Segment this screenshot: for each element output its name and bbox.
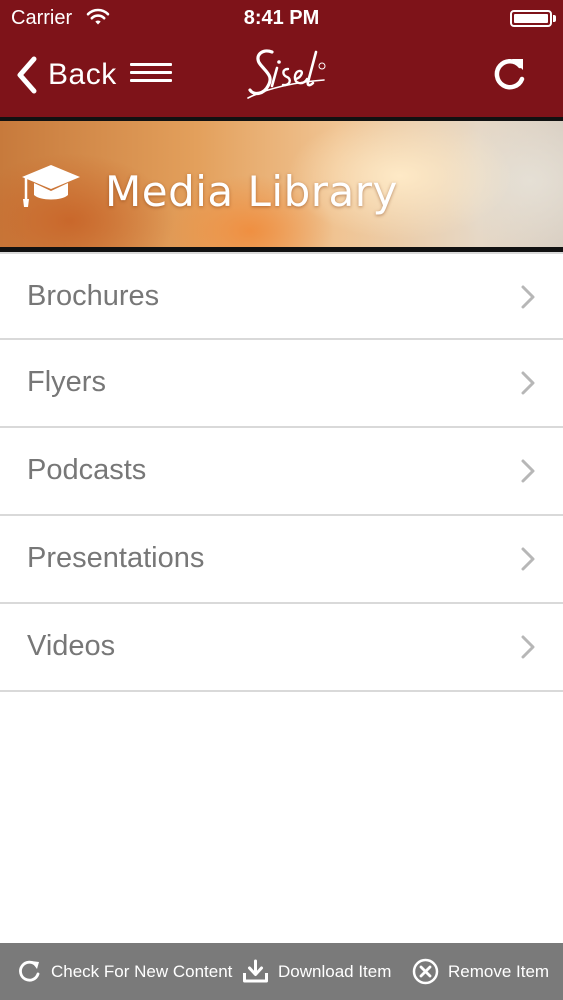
- chevron-right-icon: [521, 285, 535, 309]
- clock: 8:41 PM: [243, 7, 320, 29]
- list-item-label: Flyers: [27, 366, 106, 398]
- media-library-banner: Media Library: [0, 117, 563, 252]
- refresh-icon[interactable]: [487, 53, 531, 97]
- list-item-podcasts[interactable]: Podcasts: [0, 428, 563, 516]
- list-item-presentations[interactable]: Presentations: [0, 516, 563, 604]
- back-label: Back: [48, 58, 117, 91]
- chevron-left-icon: [17, 56, 37, 94]
- remove-item-label: Remove Item: [448, 961, 550, 981]
- download-item-button[interactable]: Download Item: [242, 943, 391, 1000]
- list-item-label: Videos: [27, 630, 116, 662]
- status-bar: Carrier 8:41 PM: [0, 0, 563, 36]
- bottom-toolbar: Check For New Content Download Item Remo…: [0, 943, 563, 1000]
- remove-item-button[interactable]: Remove Item: [412, 943, 549, 1000]
- list-item-flyers[interactable]: Flyers: [0, 340, 563, 428]
- navigation-bar: Carrier 8:41 PM Back: [0, 0, 563, 117]
- list-item-label: Brochures: [27, 280, 160, 312]
- category-list: Brochures Flyers Podcasts Presentations …: [0, 252, 563, 692]
- refresh-icon: [19, 960, 40, 982]
- list-item-brochures[interactable]: Brochures: [0, 252, 563, 340]
- battery-tip: [553, 15, 556, 22]
- list-item-videos[interactable]: Videos: [0, 604, 563, 692]
- remove-circle-icon: [412, 958, 439, 985]
- download-icon: [243, 959, 268, 982]
- check-new-content-label: Check For New Content: [51, 961, 233, 981]
- back-button[interactable]: Back: [12, 52, 117, 98]
- list-item-label: Podcasts: [27, 454, 147, 486]
- hamburger-icon[interactable]: [130, 63, 172, 83]
- download-item-label: Download Item: [278, 961, 392, 981]
- battery-icon: [510, 10, 552, 27]
- chevron-right-icon: [521, 635, 535, 659]
- check-new-content-button[interactable]: Check For New Content: [16, 943, 232, 1000]
- brand-logo: [247, 49, 326, 99]
- page-title: Media Library: [105, 167, 398, 216]
- chevron-right-icon: [521, 459, 535, 483]
- graduation-cap-icon: [22, 165, 80, 207]
- chevron-right-icon: [521, 547, 535, 571]
- chevron-right-icon: [521, 371, 535, 395]
- list-item-label: Presentations: [27, 542, 205, 574]
